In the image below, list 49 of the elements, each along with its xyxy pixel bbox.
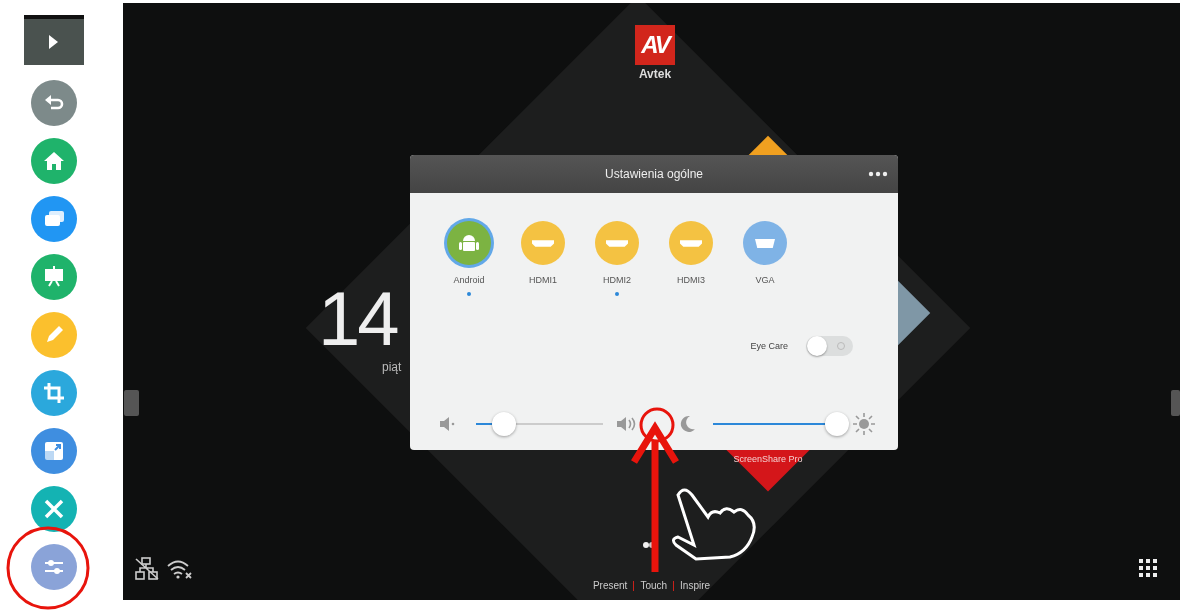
toolbar-button[interactable] [31,428,77,474]
source-label: HDMI1 [529,275,557,285]
source-button[interactable] [595,221,639,265]
toolbar-button[interactable] [31,254,77,300]
slider-thumb[interactable] [491,412,516,436]
speaker-high-icon [616,416,638,432]
dialog-title: Ustawienia ogólne [604,167,704,181]
eye-care-toggle[interactable] [806,336,853,356]
hdmi-port-icon [532,239,554,247]
right-edge-handle[interactable] [1171,390,1180,416]
source-label: HDMI2 [603,275,631,285]
toolbar-button[interactable] [31,138,77,184]
toolbar-button[interactable] [31,486,77,532]
network-disconnected-icon [134,557,160,581]
logo-icon: AV [635,25,675,65]
source-label: HDMI3 [677,275,705,285]
slider-thumb[interactable] [825,412,850,436]
source-label: VGA [755,275,775,285]
mode-link[interactable]: Touch [640,580,668,591]
source-button[interactable] [521,221,565,265]
eye-care-label: Eye Care [750,341,788,351]
toolbar-button[interactable] [31,196,77,242]
vga-port-icon [755,238,775,248]
toolbar-button[interactable] [31,544,77,590]
toolbar-button[interactable] [31,80,77,126]
hdmi-port-icon [606,239,628,247]
hdmi-port-icon [680,239,702,247]
moon-icon [678,415,696,433]
source-label: Android [453,275,485,285]
day-text: piąt [382,360,402,374]
android-icon [459,235,479,251]
clock-text: 14 [318,275,397,362]
mode-link[interactable]: Inspire [680,580,711,591]
crop-icon [41,380,67,406]
expand-button[interactable] [24,15,84,65]
source-button[interactable] [743,221,787,265]
sun-icon [853,413,875,435]
wifi-off-icon [167,558,193,580]
more-icon[interactable] [868,171,888,177]
source-button[interactable] [447,221,491,265]
apps-grid-icon[interactable] [1138,558,1158,578]
toolbar-button[interactable] [31,370,77,416]
left-edge-handle[interactable] [124,390,139,416]
mode-link[interactable]: Present [592,580,628,591]
page-indicator-icon [643,542,655,548]
logo-name: Avtek [637,67,673,81]
annotation-circle [639,407,675,443]
tile-label: ScreenShare Pro [733,454,803,465]
source-button[interactable] [669,221,713,265]
